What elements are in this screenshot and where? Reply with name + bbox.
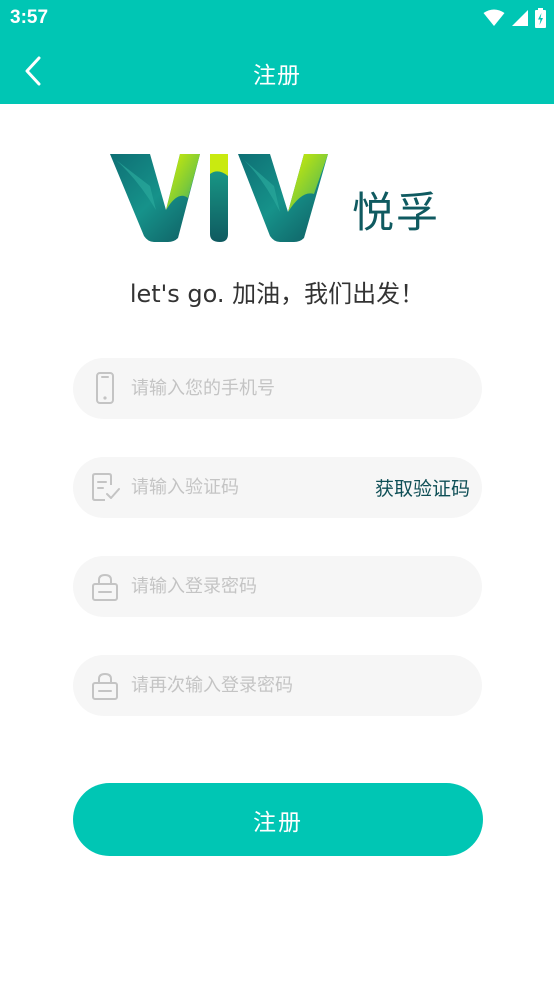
viv-logo	[110, 154, 328, 242]
get-code-button[interactable]: 获取验证码	[375, 474, 470, 501]
phone-icon	[96, 372, 114, 404]
register-screen: 3:57 注册 悦孚 let's go. 加油，我们出发！ 请输入您的手机号 请…	[0, 0, 554, 984]
lock-icon	[92, 672, 118, 700]
password-confirm-input[interactable]	[131, 655, 461, 716]
wifi-icon	[483, 9, 505, 26]
battery-icon	[535, 8, 546, 28]
phone-input[interactable]	[131, 358, 461, 419]
verify-code-icon	[92, 473, 120, 501]
password-field[interactable]	[73, 556, 482, 617]
password-confirm-field[interactable]	[73, 655, 482, 716]
status-icons	[483, 8, 546, 28]
slogan: let's go. 加油，我们出发！	[129, 280, 425, 308]
page-title: 注册	[253, 63, 301, 89]
password-input[interactable]	[131, 556, 461, 617]
app-bar: 注册	[0, 36, 554, 104]
status-time: 3:57	[10, 7, 49, 28]
signal-icon	[512, 10, 528, 26]
lock-icon	[92, 573, 118, 601]
register-button[interactable]: 注册	[73, 783, 483, 856]
code-input[interactable]	[131, 457, 361, 518]
code-field[interactable]: 获取验证码	[73, 457, 482, 518]
brand-name: 悦孚	[352, 188, 441, 237]
status-bar: 3:57	[0, 0, 554, 36]
phone-field[interactable]	[73, 358, 482, 419]
